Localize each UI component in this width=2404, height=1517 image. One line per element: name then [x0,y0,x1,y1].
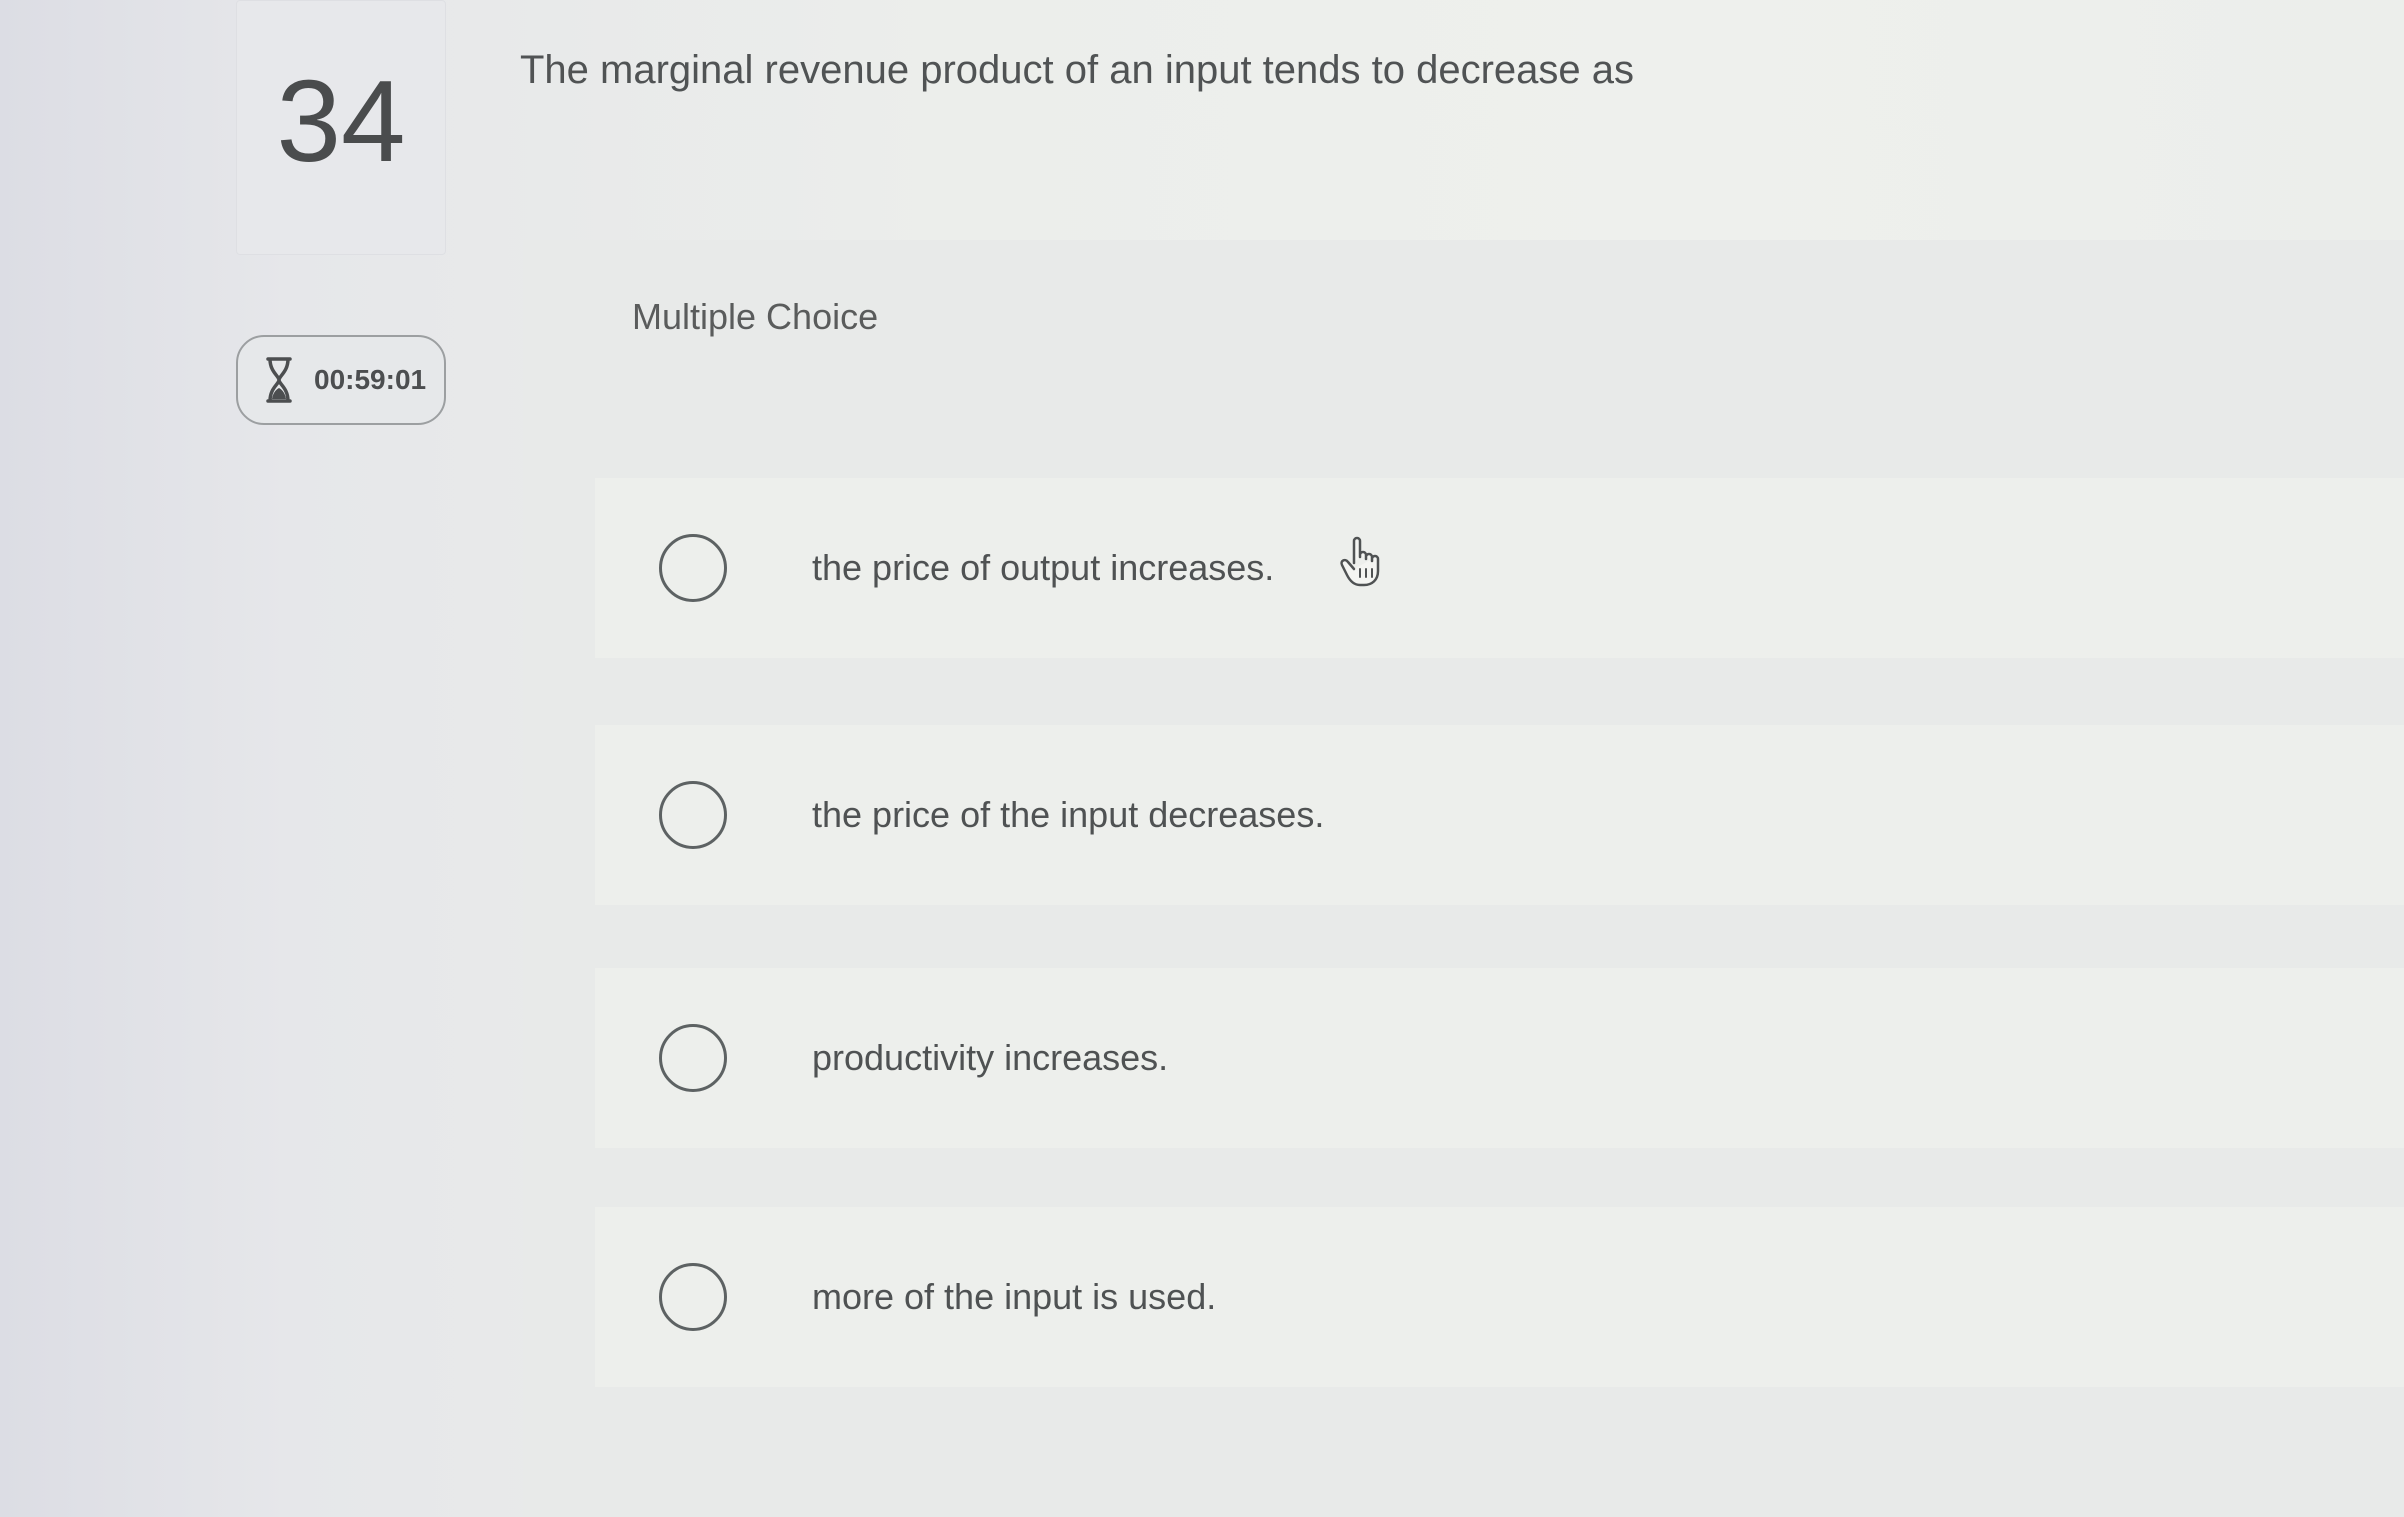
answer-option-label: the price of the input decreases. [812,794,1325,835]
answer-option[interactable]: productivity increases. [595,968,2404,1148]
answer-option[interactable]: the price of output increases. [595,478,2404,658]
radio-button[interactable] [659,1024,727,1092]
question-text: The marginal revenue product of an input… [520,48,1635,92]
radio-button[interactable] [659,1263,727,1331]
hourglass-icon [264,356,294,404]
question-number-box: 34 [236,0,446,255]
answer-option[interactable]: the price of the input decreases. [595,725,2404,905]
timer-badge[interactable]: 00:59:01 [236,335,446,425]
timer-value: 00:59:01 [314,364,427,395]
radio-button[interactable] [659,534,727,602]
answer-option-label: productivity increases. [812,1037,1169,1078]
question-type-label: Multiple Choice [632,296,879,337]
answer-option[interactable]: more of the input is used. [595,1207,2404,1387]
radio-button[interactable] [659,781,727,849]
question-number: 34 [276,56,406,186]
answer-option-label: the price of output increases. [812,547,1275,588]
answer-option-label: more of the input is used. [812,1276,1217,1317]
hand-pointer-icon [1338,533,1386,589]
